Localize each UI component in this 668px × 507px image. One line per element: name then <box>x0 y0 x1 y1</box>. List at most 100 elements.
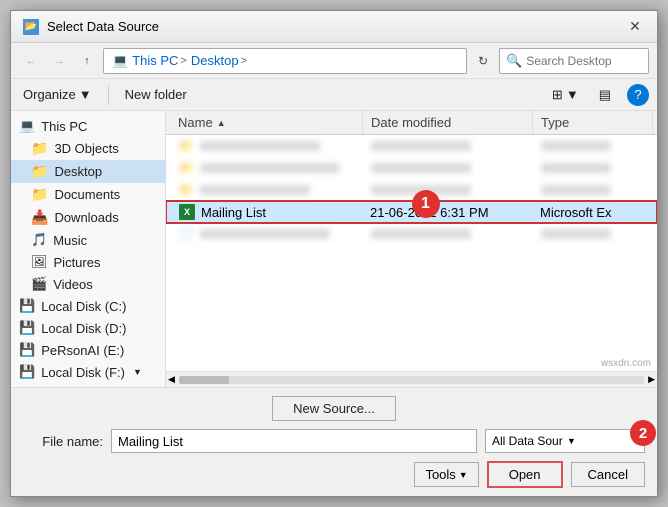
folder-icon: 📁 <box>31 186 48 203</box>
select-data-source-dialog: 📂 Select Data Source ✕ ← → ↑ 💻 This PC >… <box>10 10 658 497</box>
main-content: 💻 This PC 📁 3D Objects 📁 Desktop 📁 Docum… <box>11 111 657 387</box>
scroll-thumb[interactable] <box>179 376 229 384</box>
table-row[interactable]: 📁 <box>166 157 657 179</box>
sidebar-item-videos[interactable]: 🎬 Videos <box>11 273 165 295</box>
file-list: 📁 📁 <box>166 135 657 371</box>
sidebar-item-documents[interactable]: 📁 Documents <box>11 183 165 206</box>
file-date-cell <box>363 185 533 195</box>
pictures-icon: 🖼 <box>31 254 48 270</box>
sidebar-item-music[interactable]: 🎵 Music <box>11 229 165 251</box>
sidebar-item-this-pc[interactable]: 💻 This PC <box>11 115 165 137</box>
up-button[interactable]: ↑ <box>75 49 99 73</box>
sidebar-item-local-c[interactable]: 💾 Local Disk (C:) <box>11 295 165 317</box>
sidebar-item-desktop[interactable]: 📁 Desktop <box>11 160 165 183</box>
view-toggle-button[interactable]: ⊞ ▼ <box>548 85 583 105</box>
breadcrumb-desktop[interactable]: Desktop > <box>191 53 247 68</box>
search-input[interactable] <box>526 54 668 68</box>
file-type-cell: Microsoft Ex <box>532 205 652 220</box>
new-source-button[interactable]: New Source... <box>272 396 396 421</box>
table-row[interactable]: 📁 <box>166 179 657 201</box>
file-name-input[interactable] <box>111 429 477 453</box>
file-date-cell <box>363 163 533 173</box>
file-name-cell: 📄 <box>170 226 363 242</box>
file-list-area: Name ▲ Date modified Type 📁 <box>166 111 657 387</box>
organize-button[interactable]: Organize ▼ <box>19 85 96 104</box>
tools-button[interactable]: Tools ▼ <box>414 462 478 487</box>
sidebar-item-pictures[interactable]: 🖼 Pictures <box>11 251 165 273</box>
file-type-cell <box>533 229 653 239</box>
open-button[interactable]: Open <box>487 461 563 488</box>
cancel-button[interactable]: Cancel <box>571 462 645 487</box>
dialog-icon: 📂 <box>23 19 39 35</box>
blurred-text <box>200 229 330 239</box>
horizontal-scrollbar[interactable]: ◀ ▶ <box>166 371 657 387</box>
folder-icon: 📁 <box>31 140 48 157</box>
organize-arrow-icon: ▼ <box>79 87 92 102</box>
view-icon: ⊞ <box>552 87 563 103</box>
videos-icon: 🎬 <box>31 276 47 292</box>
address-bar[interactable]: 💻 This PC > Desktop > <box>103 48 467 74</box>
help-icon: ? <box>634 87 641 102</box>
new-folder-button[interactable]: New folder <box>121 85 191 104</box>
folder-icon: 📁 <box>178 160 194 176</box>
file-name-cell: 📁 <box>170 138 363 154</box>
breadcrumb-this-pc[interactable]: This PC > <box>132 53 187 68</box>
step-badge-1: 1 <box>412 190 440 218</box>
pane-toggle-button[interactable]: ▤ <box>595 85 615 105</box>
back-button[interactable]: ← <box>19 49 43 73</box>
disk-icon: 💾 <box>19 298 35 314</box>
sidebar-item-personai-e[interactable]: 💾 PeRsonAI (E:) <box>11 339 165 361</box>
tools-arrow-icon: ▼ <box>459 470 468 480</box>
file-date-cell <box>363 141 533 151</box>
disk-icon: 💾 <box>19 342 35 358</box>
watermark: wsxdn.com <box>601 358 651 369</box>
col-header-date[interactable]: Date modified <box>363 111 533 134</box>
sidebar-item-local-d[interactable]: 💾 Local Disk (D:) <box>11 317 165 339</box>
dialog-title: Select Data Source <box>47 19 159 34</box>
help-button[interactable]: ? <box>627 84 649 106</box>
table-row[interactable]: 📄 <box>166 223 657 245</box>
download-icon: 📥 <box>31 209 48 226</box>
title-bar-left: 📂 Select Data Source <box>23 19 159 35</box>
badge-2-container: 2 <box>630 420 656 446</box>
blurred-text <box>200 141 320 151</box>
computer-icon: 💻 <box>19 118 35 134</box>
sidebar-item-local-f[interactable]: 💾 Local Disk (F:) ▼ <box>11 361 165 383</box>
toolbar: Organize ▼ New folder ⊞ ▼ ▤ ? <box>11 79 657 111</box>
scroll-right-icon[interactable]: ▶ <box>648 374 655 385</box>
folder-icon: 📁 <box>178 138 194 154</box>
new-source-row: New Source... <box>23 396 645 421</box>
blurred-text <box>200 185 310 195</box>
file-icon: 📄 <box>178 226 194 242</box>
forward-button[interactable]: → <box>47 49 71 73</box>
folder-icon: 📁 <box>31 163 48 180</box>
search-bar[interactable]: 🔍 <box>499 48 649 74</box>
refresh-button[interactable]: ↻ <box>471 48 495 74</box>
blurred-text <box>541 141 611 151</box>
blurred-text <box>541 229 611 239</box>
actions-row: Tools ▼ Open Cancel <box>23 461 645 488</box>
disk-icon: 💾 <box>19 320 35 336</box>
file-type-dropdown[interactable]: All Data Sour ▼ 2 <box>485 429 645 453</box>
blurred-text <box>371 141 471 151</box>
music-icon: 🎵 <box>31 232 47 248</box>
col-header-name[interactable]: Name ▲ <box>170 111 363 134</box>
sidebar: 💻 This PC 📁 3D Objects 📁 Desktop 📁 Docum… <box>11 111 166 387</box>
close-button[interactable]: ✕ <box>625 17 645 37</box>
file-type-value: All Data Sour <box>492 434 563 448</box>
dropdown-arrow-icon: ▼ <box>567 436 638 446</box>
pane-icon: ▤ <box>599 87 611 103</box>
sidebar-item-3d-objects[interactable]: 📁 3D Objects <box>11 137 165 160</box>
folder-icon: 📁 <box>178 182 194 198</box>
scroll-left-icon[interactable]: ◀ <box>168 374 175 385</box>
toolbar-divider <box>108 85 109 105</box>
col-header-type[interactable]: Type <box>533 111 653 134</box>
file-type-cell <box>533 163 653 173</box>
view-arrow-icon: ▼ <box>566 87 579 102</box>
blurred-text <box>371 229 471 239</box>
filename-row: File name: All Data Sour ▼ 2 <box>23 429 645 453</box>
step-badge-2: 2 <box>630 420 656 446</box>
table-row[interactable]: 📁 <box>166 135 657 157</box>
sidebar-item-downloads[interactable]: 📥 Downloads <box>11 206 165 229</box>
file-type-cell <box>533 141 653 151</box>
